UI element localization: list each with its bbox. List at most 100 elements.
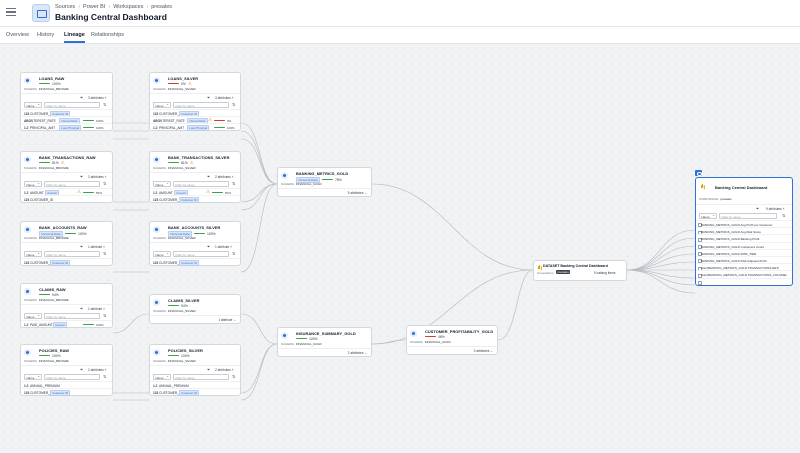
node-bank-transactions-silver[interactable]: BANK_TRANSACTIONS_SILVER 81% ⚠ SCHEMA FINA… xyxy=(149,151,241,204)
measure-row[interactable]: Sum(BANKING_METRICS_GOLD.TRANSACTIONS_VO… xyxy=(696,270,792,278)
attribute-count[interactable]: 1 attribute xyxy=(88,245,105,249)
measure-row[interactable]: BANKING_METRICS_GOLD Risk Adjusted Profi… xyxy=(696,255,792,264)
attribute-count[interactable]: 3 attributes xyxy=(474,349,493,353)
filter-input[interactable]: Filter by name xyxy=(173,102,229,108)
node-dataset[interactable]: DATASET Banking Central Dashboard Groupa… xyxy=(533,260,627,281)
sort-select[interactable]: Name xyxy=(153,251,171,257)
filter-icon[interactable]: ⏷ xyxy=(80,174,83,179)
attribute-count[interactable]: 1 attribute xyxy=(215,245,232,249)
sort-select[interactable]: Name xyxy=(24,313,42,319)
node-bank-accounts-raw[interactable]: BANK_ACCOUNTS_RAW Personal Data 100% SCHE… xyxy=(20,221,113,267)
measure-row[interactable]: BANKING_METRICS_GOLD Avg Risk Score xyxy=(696,227,792,235)
attribute-row[interactable]: 123 CUSTOMER_ID Customer ID xyxy=(150,388,240,397)
filter-icon[interactable]: ⏷ xyxy=(80,244,83,249)
attribute-count[interactable]: 3 attributes xyxy=(215,96,234,100)
breadcrumb-sources[interactable]: Sources xyxy=(55,4,75,10)
breadcrumb-workspaces[interactable]: Workspaces xyxy=(113,4,143,10)
filter-input[interactable]: Filter by name xyxy=(173,374,229,380)
attribute-row[interactable]: 123 CUSTOMER_ID Customer ID xyxy=(21,388,112,397)
node-customer-profitability-gold[interactable]: CUSTOMER_PROFITABILITY_GOLD 46% SCHEMA FI… xyxy=(406,325,498,355)
attribute-count[interactable]: 3 attributes xyxy=(88,96,107,100)
tab-overview[interactable]: Overview xyxy=(6,32,29,38)
filter-icon[interactable]: ⏷ xyxy=(80,367,83,372)
node-loans-raw[interactable]: LOANS_RAW 100% SCHEMA FINANCIAL_BRONZE ⏷ 3… xyxy=(20,72,113,132)
menu-icon[interactable] xyxy=(6,8,16,17)
attribute-count[interactable]: 9 catalog items xyxy=(594,271,615,275)
attribute-count[interactable]: 9 attributes xyxy=(766,207,785,211)
tab-lineage[interactable]: Lineage xyxy=(64,32,85,43)
measure-row[interactable]: Sum(BANKING_METRICS_GOLD.TRANSACTIONS.NE… xyxy=(696,263,792,271)
sort-icon[interactable]: ⇅ xyxy=(103,102,106,107)
node-banking-metrics-gold[interactable]: BANKING_METRICS_GOLD Personal Data 78% SC… xyxy=(277,167,372,197)
attribute-row[interactable]: 123 CUSTOMER_ID Customer ID xyxy=(150,195,240,204)
sort-icon[interactable]: ⇅ xyxy=(232,181,235,186)
attribute-row[interactable]: 123 CUSTOMER_ID xyxy=(21,195,112,202)
filter-icon[interactable]: ⏷ xyxy=(207,174,210,179)
attribute-row[interactable]: 1.2 ANNUAL_PREMIUM xyxy=(150,381,240,388)
node-insurance-summary-gold[interactable]: INSURANCE_SUMMARY_GOLD 100% SCHEMA FINANC… xyxy=(277,327,372,357)
attribute-row[interactable]: 123 CUSTOMER_ID Customer ID xyxy=(150,258,240,267)
filter-icon[interactable]: ⏷ xyxy=(80,95,83,100)
sort-select[interactable]: Name xyxy=(24,374,42,380)
sort-select[interactable]: Name xyxy=(153,181,171,187)
sort-icon[interactable]: ⇅ xyxy=(232,374,235,379)
filter-icon[interactable]: ⏷ xyxy=(207,367,210,372)
measure-row[interactable]: BANKING_METRICS_GOLD RISK_TIER xyxy=(696,248,792,257)
measure-row[interactable]: BANKING_METRICS_GOLD Customers Count xyxy=(696,241,792,250)
attribute-row[interactable]: ABC INTEREST_RATE Interest Rate ⚠ 0% xyxy=(150,116,240,125)
filter-icon[interactable]: ⏷ xyxy=(207,95,210,100)
node-bank-accounts-silver[interactable]: BANK_ACCOUNTS_SILVER Personal Data 100% S… xyxy=(149,221,241,267)
attribute-count[interactable]: 1 attribute xyxy=(218,318,236,322)
sort-icon[interactable]: ⇅ xyxy=(103,313,106,318)
filter-input[interactable]: Filter by name xyxy=(44,181,100,187)
lineage-canvas[interactable]: LOANS_RAW 100% SCHEMA FINANCIAL_BRONZE ⏷ 3… xyxy=(0,44,800,453)
node-bank-transactions-raw[interactable]: BANK_TRANSACTIONS_RAW 81% ⚠ SCHEMA FINANCI… xyxy=(20,151,113,203)
sort-icon[interactable]: ⇅ xyxy=(232,251,235,256)
sort-icon[interactable]: ⇅ xyxy=(103,181,106,186)
sort-select[interactable]: Name xyxy=(24,181,42,187)
sort-icon[interactable]: ⇅ xyxy=(782,213,785,218)
sort-icon[interactable]: ⇅ xyxy=(103,251,106,256)
attribute-count[interactable]: 2 attributes xyxy=(88,368,107,372)
attribute-row[interactable]: 1.2 AMOUNT Amount ⚠ 50% xyxy=(21,188,112,197)
node-policies-silver[interactable]: POLICIES_SILVER 100% SCHEMA FINANCIAL_SIL… xyxy=(149,344,241,397)
attribute-count[interactable]: 2 attributes xyxy=(215,175,234,179)
filter-input[interactable]: Filter by name xyxy=(173,181,229,187)
node-loans-silver[interactable]: LOANS_SILVER 0% ⚠ SCHEMA FINANCIAL_SILVER … xyxy=(149,72,241,132)
node-dashboard[interactable]: Banking Central Dashboard WORKSPACE presa… xyxy=(695,177,793,286)
node-claims-silver[interactable]: CLAIMS_SILVER 94% SCHEMA FINANCIAL_SILVER… xyxy=(149,294,241,324)
attribute-count[interactable]: 2 attributes xyxy=(348,351,367,355)
attribute-count[interactable]: 5 attributes xyxy=(348,191,367,195)
sort-select[interactable]: Name xyxy=(699,213,717,219)
attribute-row[interactable]: ABC INTEREST_RATE Interest Rate 100% xyxy=(21,116,112,125)
attribute-row[interactable]: 123 CUSTOMER_ID Customer ID xyxy=(21,109,112,118)
filter-icon[interactable]: ⏷ xyxy=(207,244,210,249)
attribute-row[interactable]: 1.2 PRINCIPAL_AMT Loan Principal 100% xyxy=(21,123,112,132)
filter-input[interactable]: Filter by name xyxy=(44,374,100,380)
breadcrumb-presales[interactable]: presales xyxy=(151,4,172,10)
attribute-row[interactable]: 1.2 AMOUNT Amount ⚠ 50% xyxy=(150,188,240,197)
sort-icon[interactable]: ⇅ xyxy=(103,374,106,379)
sort-select[interactable]: Name xyxy=(153,102,171,108)
measure-row[interactable] xyxy=(696,277,792,286)
filter-input[interactable]: Filter by name xyxy=(719,213,777,219)
attribute-row[interactable]: 123 CUSTOMER_ID Customer ID xyxy=(21,258,112,267)
attribute-row[interactable]: 123 CUSTOMER_ID Customer ID xyxy=(150,109,240,118)
attribute-count[interactable]: 1 attribute xyxy=(88,307,105,311)
node-claims-raw[interactable]: CLAIMS_RAW 94% SCHEMA FINANCIAL_BRONZE ⏷ 1… xyxy=(20,283,113,329)
sort-select[interactable]: Name xyxy=(153,374,171,380)
filter-icon[interactable]: ⏷ xyxy=(80,306,83,311)
filter-icon[interactable]: ⏷ xyxy=(756,206,759,211)
attribute-row[interactable]: 1.2 ANNUAL_PREMIUM xyxy=(21,381,112,388)
node-policies-raw[interactable]: POLICIES_RAW 100% SCHEMA FINANCIAL_BRONZE… xyxy=(20,344,113,397)
measure-row[interactable]: BANKING_METRICS_GOLD Banking Profit xyxy=(696,234,792,242)
attribute-row[interactable]: 1.2 PAID_AMOUNT Amount 100% xyxy=(21,320,112,329)
attribute-count[interactable]: 2 attributes xyxy=(88,175,107,179)
sort-select[interactable]: Name xyxy=(24,251,42,257)
tab-relationships[interactable]: Relationships xyxy=(91,32,124,38)
filter-input[interactable]: Filter by name xyxy=(44,251,100,257)
filter-input[interactable]: Filter by name xyxy=(44,313,100,319)
filter-input[interactable]: Filter by name xyxy=(44,102,100,108)
measure-row[interactable]: BANKING_METRICS_GOLD Avg Profit per Cust… xyxy=(696,220,792,228)
attribute-count[interactable]: 2 attributes xyxy=(215,368,234,372)
